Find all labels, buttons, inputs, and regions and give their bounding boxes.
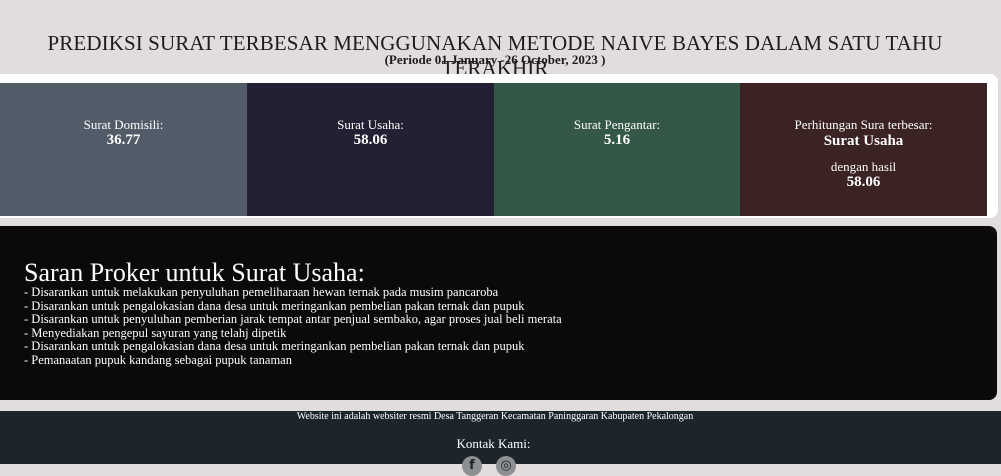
result-sub-label: dengan hasil bbox=[830, 159, 897, 174]
card-label: Surat Pengantar: bbox=[573, 117, 661, 132]
advice-item: - Disarankan untuk pengalokasian dana de… bbox=[24, 298, 525, 313]
card-value: 58.06 bbox=[353, 132, 388, 148]
advice-panel: Saran Proker untuk Surat Usaha: - Disara… bbox=[0, 226, 997, 400]
advice-item: - Disarankan untuk pengalokasian dana de… bbox=[24, 339, 525, 353]
footer-note: Website ini adalah websiter resmi Desa T… bbox=[296, 411, 694, 422]
advice-item: - Pemanaatan pupuk kandang sebagai pupuk… bbox=[24, 352, 292, 367]
prediction-cards: Surat Domisili: 36.77 Surat Usaha: 58.06… bbox=[0, 74, 998, 218]
advice-item: - Disarankan untuk penyuluhan pemberian … bbox=[24, 312, 562, 326]
advice-list: - Disarankan untuk melakukan penyuluhan … bbox=[24, 285, 562, 367]
advice-item: - Disarankan untuk melakukan penyuluhan … bbox=[24, 285, 499, 299]
result-label: Perhitungan Sura terbesar: bbox=[794, 117, 933, 132]
period-subtitle: (Periode 01 January -26 October, 2023 ) bbox=[384, 52, 606, 67]
card-surat-pengantar: Surat Pengantar: 5.16 bbox=[494, 83, 740, 216]
advice-title: Saran Proker untuk Surat Usaha: bbox=[24, 258, 365, 287]
card-surat-usaha: Surat Usaha: 58.06 bbox=[247, 83, 494, 216]
card-largest-result: Perhitungan Sura terbesar: Surat Usaha d… bbox=[740, 83, 987, 216]
advice-item: - Menyediakan pengepul sayuran yang tela… bbox=[24, 325, 287, 340]
result-value: 58.06 bbox=[846, 174, 881, 190]
card-label: Surat Usaha: bbox=[337, 117, 404, 132]
card-label: Surat Domisili: bbox=[83, 117, 164, 132]
instagram-icon[interactable]: ◎ bbox=[496, 456, 516, 476]
contact-label: Kontak Kami: bbox=[456, 436, 531, 451]
facebook-icon[interactable]: f bbox=[462, 456, 482, 476]
result-winner: Surat Usaha bbox=[823, 133, 904, 149]
card-value: 5.16 bbox=[603, 132, 631, 148]
card-surat-domisili: Surat Domisili: 36.77 bbox=[0, 83, 247, 216]
card-value: 36.77 bbox=[106, 132, 141, 148]
footer: Website ini adalah websiter resmi Desa T… bbox=[0, 411, 1001, 476]
